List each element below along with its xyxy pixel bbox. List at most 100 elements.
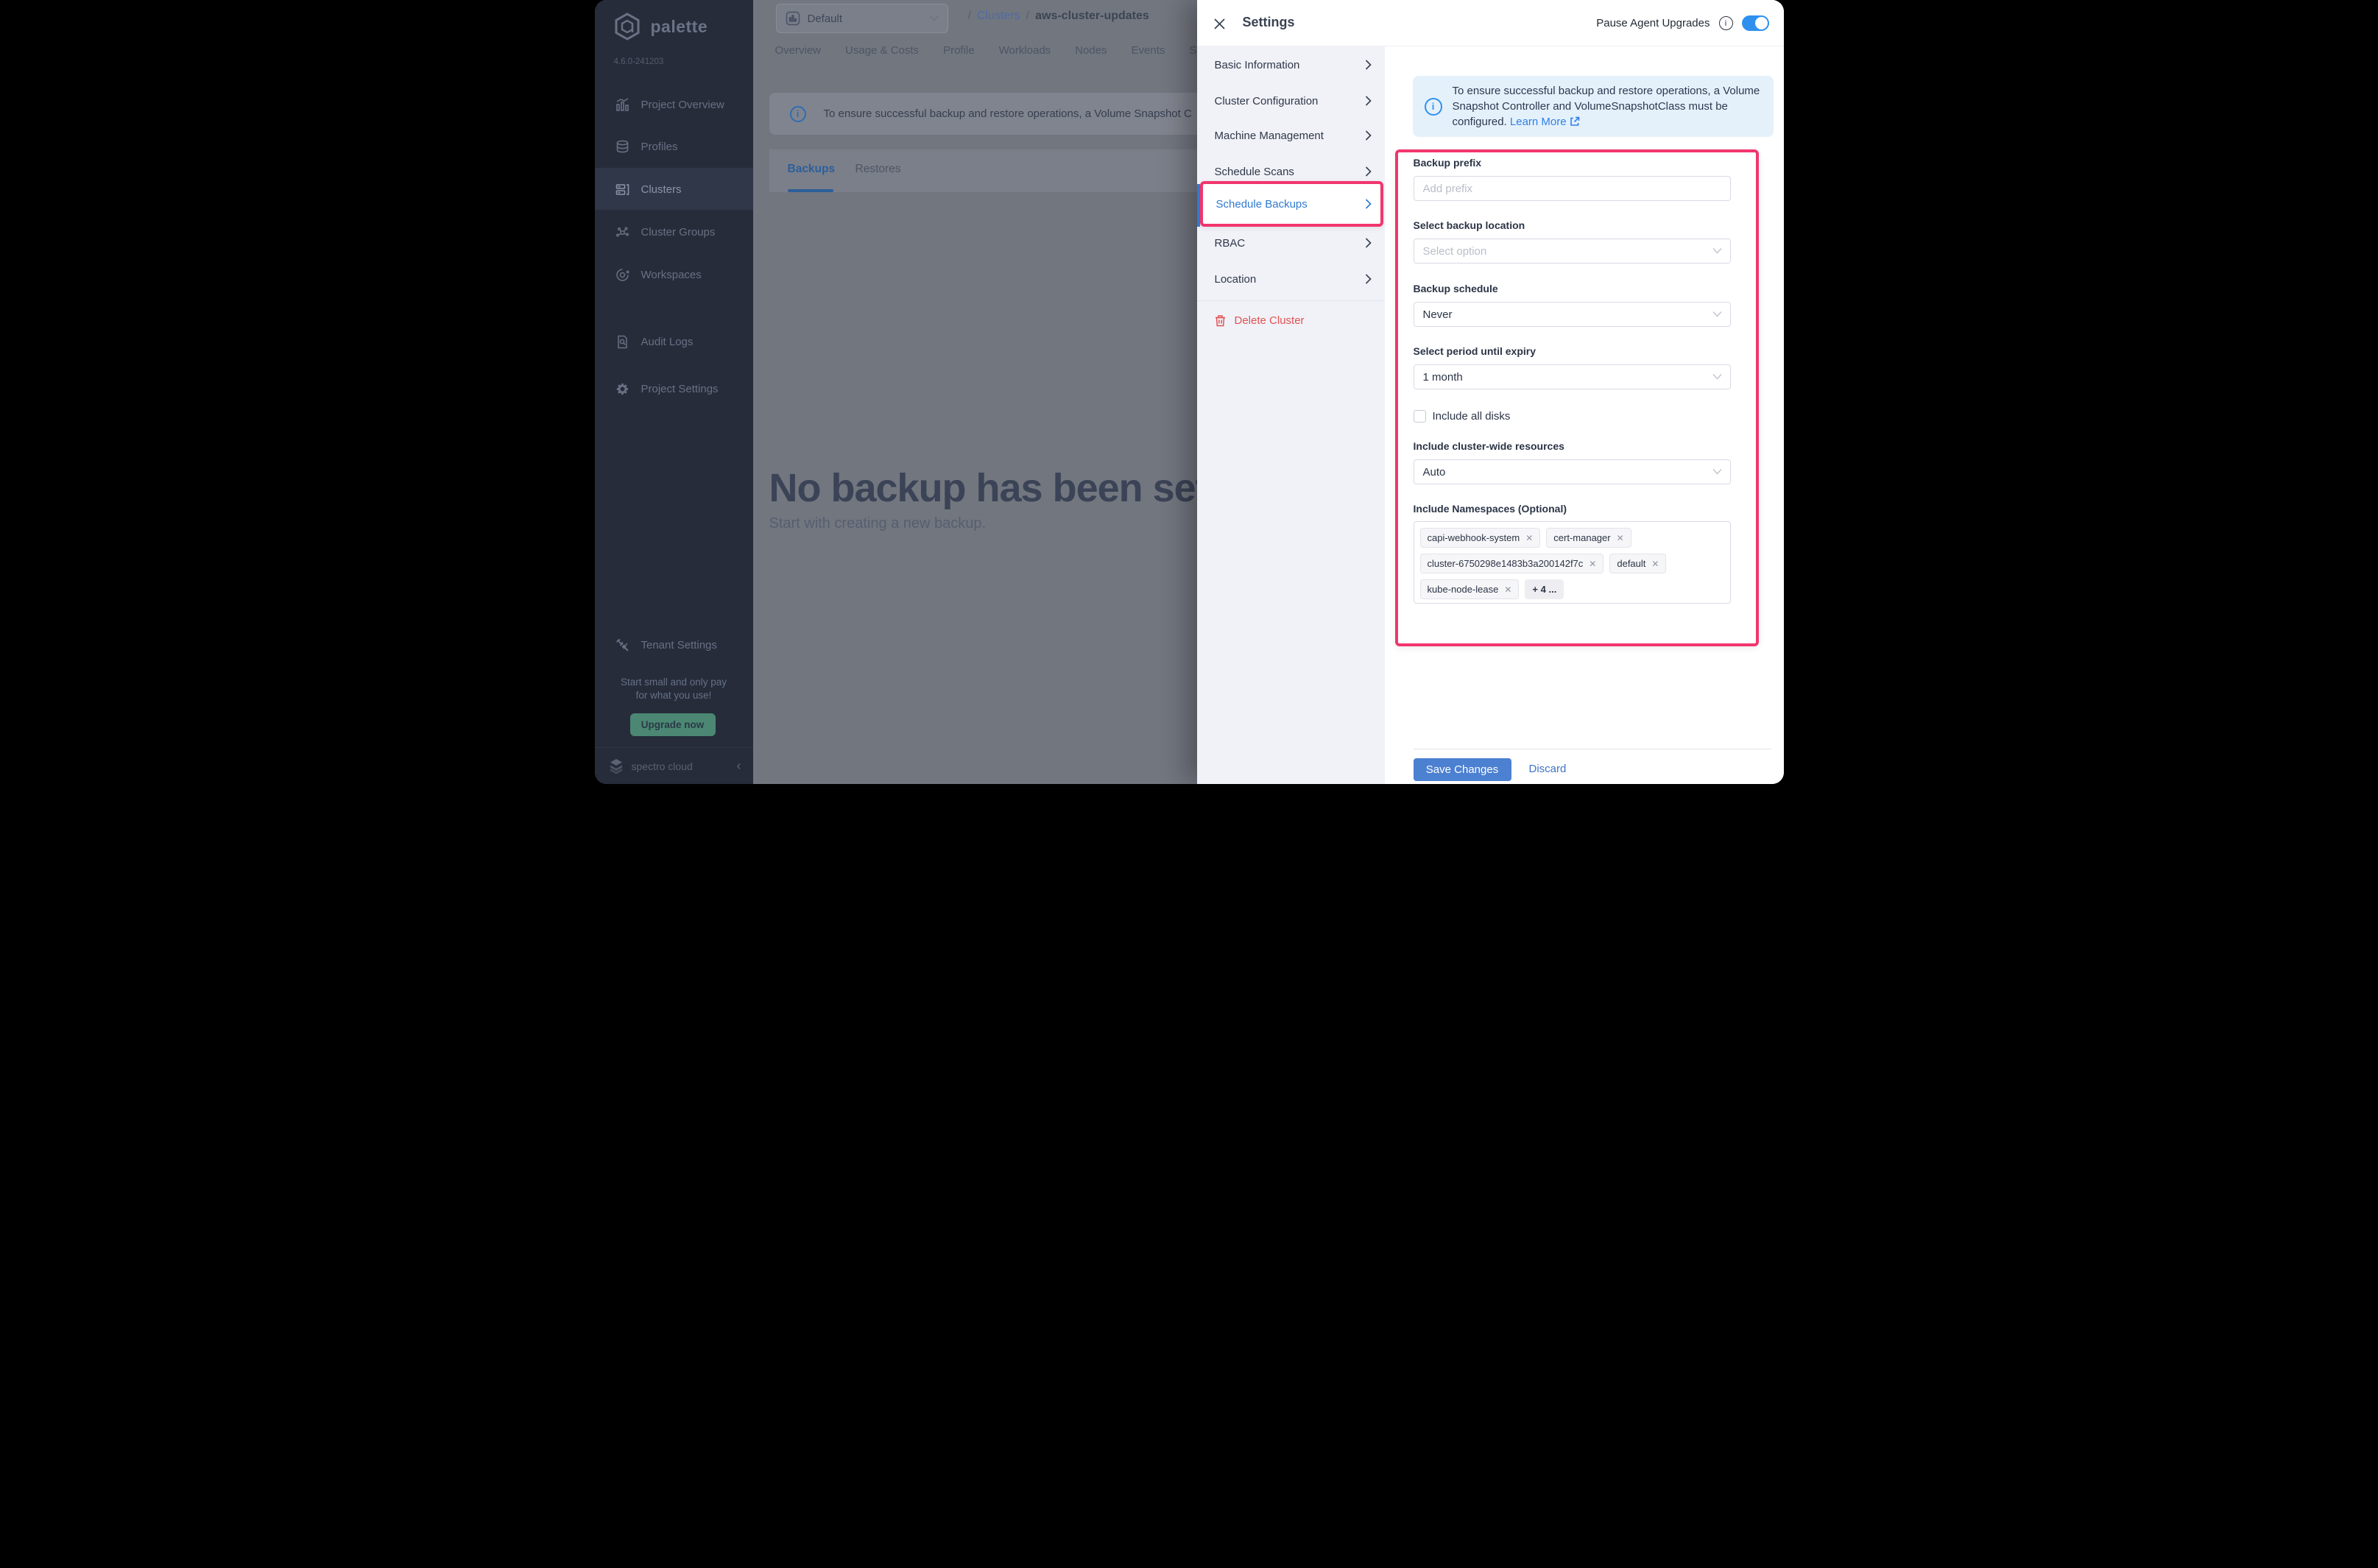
namespaces-multiselect[interactable]: capi-webhook-system ✕ cert-manager ✕ clust… [1413, 521, 1731, 604]
subtab-restores[interactable]: Restores [855, 163, 901, 176]
subtab-backups[interactable]: Backups [788, 163, 836, 176]
discard-button[interactable]: Discard [1529, 763, 1567, 775]
nav-item-machine-management[interactable]: Machine Management [1197, 118, 1385, 153]
sidebar-item-cluster-groups[interactable]: Cluster Groups [595, 211, 753, 253]
snapshot-info-text: To ensure successful backup and restore … [1452, 85, 1760, 128]
chevron-down-icon [929, 15, 939, 21]
profiles-icon [615, 140, 629, 154]
sidebar-item-label: Project Settings [641, 382, 719, 395]
learn-more-link[interactable]: Learn More [1510, 116, 1567, 128]
sidebar-item-workspaces[interactable]: Workspaces [595, 253, 753, 296]
project-selector[interactable]: Default [775, 4, 948, 33]
sidebar: palette 4.6.0-241203 Project Overview Pr… [594, 0, 753, 784]
tab-usage-costs[interactable]: Usage & Costs [845, 44, 919, 57]
sidebar-item-profiles[interactable]: Profiles [595, 125, 753, 168]
project-scope-icon [786, 11, 800, 26]
breadcrumb-current: aws-cluster-updates [1035, 10, 1149, 22]
sidebar-item-label: Cluster Groups [641, 225, 716, 239]
empty-state-subtitle: Start with creating a new backup. [769, 515, 987, 532]
breadcrumb-separator: / [1026, 10, 1030, 22]
backup-prefix-label: Backup prefix [1413, 157, 1482, 169]
sidebar-item-project-settings[interactable]: Project Settings [595, 367, 753, 410]
chevron-right-icon [1365, 96, 1372, 106]
sidebar-item-label: Workspaces [641, 268, 702, 281]
tab-nodes[interactable]: Nodes [1075, 44, 1107, 57]
sidebar-item-audit-logs[interactable]: Audit Logs [595, 320, 753, 363]
namespace-tag: capi-webhook-system ✕ [1419, 528, 1541, 548]
chevron-down-icon [1712, 468, 1722, 475]
upgrade-promo-text: Start small and only pay for what you us… [620, 677, 727, 701]
remove-tag-icon[interactable]: ✕ [1504, 585, 1511, 595]
backup-schedule-select[interactable]: Never [1413, 302, 1731, 327]
settings-nav: Basic Information Cluster Configuration … [1196, 46, 1385, 784]
tab-events[interactable]: Events [1132, 44, 1165, 57]
info-icon[interactable]: i [1718, 16, 1733, 30]
backup-subtabs: Backups Restores [769, 149, 1198, 192]
app-version: 4.6.0-241203 [613, 57, 664, 66]
nav-item-cluster-configuration[interactable]: Cluster Configuration [1197, 83, 1385, 119]
sidebar-item-clusters[interactable]: Clusters [595, 168, 753, 211]
main-content: Default / Clusters / aws-cluster-updates… [752, 0, 1198, 784]
tools-icon [615, 638, 629, 652]
namespace-tag: default ✕ [1609, 554, 1667, 573]
chevron-right-icon [1365, 60, 1372, 70]
nav-item-basic-information[interactable]: Basic Information [1197, 47, 1385, 82]
sidebar-item-project-overview[interactable]: Project Overview [595, 83, 753, 126]
audit-logs-icon [615, 335, 629, 349]
upgrade-now-button[interactable]: Upgrade now [629, 713, 716, 736]
pause-agent-upgrades-label: Pause Agent Upgrades [1596, 17, 1710, 29]
chevron-down-icon [1712, 311, 1722, 317]
sidebar-footer: spectro cloud ‹ [594, 747, 753, 784]
spectro-cloud-logo-icon [607, 757, 626, 776]
pause-agent-upgrades-control: Pause Agent Upgrades i [1596, 0, 1769, 46]
chevron-down-icon [1712, 247, 1722, 254]
active-subtab-underline [787, 189, 833, 192]
cluster-wide-resources-label: Include cluster-wide resources [1413, 440, 1564, 452]
chevron-right-icon [1365, 274, 1372, 284]
cluster-tabs: Overview Usage & Costs Profile Workloads… [775, 44, 1197, 57]
info-icon: i [1424, 97, 1442, 116]
tab-profile[interactable]: Profile [943, 44, 975, 57]
tab-truncated[interactable]: S [1189, 44, 1196, 57]
delete-cluster-button[interactable]: Delete Cluster [1215, 306, 1305, 335]
brand-footer-label: spectro cloud [631, 760, 693, 772]
sidebar-item-label: Profiles [641, 140, 678, 153]
save-changes-button[interactable]: Save Changes [1413, 758, 1511, 781]
remove-tag-icon[interactable]: ✕ [1589, 559, 1596, 569]
breadcrumb-clusters-link[interactable]: Clusters [977, 10, 1020, 23]
more-tags-badge[interactable]: + 4 ... [1525, 579, 1564, 599]
nav-item-rbac[interactable]: RBAC [1197, 225, 1385, 261]
external-link-icon [1570, 116, 1580, 126]
empty-state-title: No backup has been set up y [769, 466, 1198, 510]
sidebar-item-tenant-settings[interactable]: Tenant Settings [595, 624, 753, 666]
trash-icon [1215, 314, 1226, 327]
clusters-icon [615, 183, 629, 197]
nav-item-schedule-backups[interactable]: Schedule Backups [1199, 181, 1383, 227]
cluster-wide-resources-select[interactable]: Auto [1413, 459, 1731, 484]
backup-location-select[interactable]: Select option [1413, 239, 1731, 264]
delete-cluster-label: Delete Cluster [1234, 314, 1305, 327]
active-nav-indicator [1196, 184, 1200, 227]
toggle-knob [1754, 17, 1768, 29]
remove-tag-icon[interactable]: ✕ [1525, 533, 1533, 543]
info-icon: i [789, 105, 806, 122]
tab-overview[interactable]: Overview [775, 44, 822, 57]
backup-info-banner: i To ensure successful backup and restor… [769, 93, 1198, 135]
backup-prefix-input[interactable] [1413, 176, 1731, 201]
expiry-period-select[interactable]: 1 month [1413, 364, 1731, 389]
remove-tag-icon[interactable]: ✕ [1651, 559, 1659, 569]
project-overview-icon [615, 97, 629, 112]
nav-item-location[interactable]: Location [1197, 261, 1385, 297]
chevron-right-icon [1365, 199, 1372, 209]
backup-schedule-label: Backup schedule [1413, 283, 1498, 294]
namespace-tag: cert-manager ✕ [1546, 528, 1631, 548]
remove-tag-icon[interactable]: ✕ [1617, 533, 1624, 543]
collapse-sidebar-icon[interactable]: ‹ [737, 758, 741, 774]
chevron-right-icon [1365, 238, 1372, 248]
close-icon[interactable] [1213, 16, 1228, 31]
include-all-disks-checkbox[interactable] [1413, 410, 1426, 423]
tab-workloads[interactable]: Workloads [999, 44, 1051, 57]
workspaces-icon [615, 268, 629, 282]
pause-agent-upgrades-toggle[interactable] [1741, 15, 1769, 31]
logo-row: palette [613, 12, 708, 41]
